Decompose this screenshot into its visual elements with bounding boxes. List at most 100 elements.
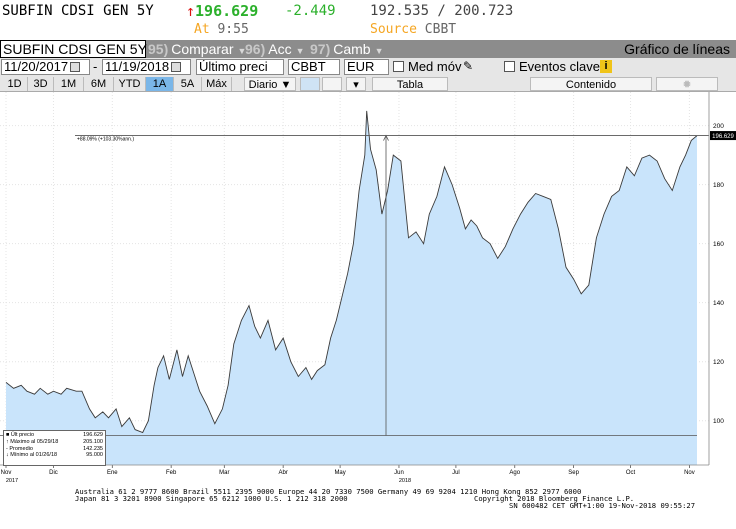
x-tick-label: May [334, 470, 345, 476]
last-price-value: 196.629 [195, 2, 259, 20]
legend-label: Promedio [9, 445, 33, 452]
legend-value: 142.235 [83, 445, 103, 452]
end-date-value: 11/19/2018 [105, 59, 170, 74]
time-stamp: At 9:55 [194, 22, 249, 37]
actions-label: Acc [268, 41, 292, 57]
y-tick-label: 100 [713, 418, 724, 425]
legend-label: Mínimo al 01/26/18 [10, 452, 58, 459]
legend-row: - Promedio 142.235 [6, 446, 103, 453]
x-tick-label: Mar [219, 470, 229, 476]
start-date-field[interactable]: 11/20/2017 [1, 59, 90, 75]
chart-canvas: 100 120 140 160 180 200 Nov 2017 Dic Ene Feb Mar Abr… [0, 92, 736, 484]
info-icon[interactable]: i [600, 60, 612, 73]
legend-value: 196.629 [83, 432, 103, 438]
moving-average-label: Med móv [408, 59, 462, 74]
currency-select[interactable]: EUR [344, 59, 389, 75]
last-price-tag-label: 196.629 [712, 134, 734, 140]
source-field[interactable]: CBBT [288, 59, 340, 75]
footer-contacts-2: Japan 81 3 3201 8900 Singapore 65 6212 1… [75, 494, 348, 503]
actions-number: 96) [245, 41, 266, 57]
currency-value: EUR [347, 59, 375, 74]
period-button-1m[interactable]: 1M [54, 77, 84, 91]
chevron-down-icon[interactable]: ▾ [346, 77, 366, 91]
period-toolbar: 1D 3D 1M 6M YTD 1A 5A Máx Diario ▼ ▾ Tabla Cont… [0, 76, 736, 92]
period-button-ytd[interactable]: YTD [114, 77, 146, 91]
net-change: -2.449 [285, 3, 336, 19]
legend-row: ■ Últ precio 196.629 [6, 432, 103, 439]
chevron-down-icon: ▼ [295, 46, 305, 56]
toolbar-button-blank[interactable] [322, 77, 342, 91]
quote-header: SUBFIN CDSI GEN 5Y ↑196.629 -2.449 192.5… [0, 0, 736, 40]
last-price: ↑196.629 [186, 2, 258, 20]
y-tick-label: 120 [713, 359, 724, 366]
security-input[interactable]: SUBFIN CDSI GEN 5Y [0, 40, 147, 58]
calendar-icon[interactable] [171, 62, 182, 72]
date-separator: - [93, 59, 98, 74]
frequency-select[interactable]: Diario ▼ [244, 77, 296, 91]
chart-style-button[interactable] [300, 77, 320, 91]
y-tick-label: 200 [713, 123, 724, 130]
x-tick-label: Nov [684, 470, 695, 476]
price-field-value: Último preci [199, 59, 268, 74]
period-button-6m[interactable]: 6M [84, 77, 114, 91]
range-toolbar: 11/20/2017 - 11/19/2018 Último preci CBB… [0, 58, 736, 76]
source-info: Source CBBT [370, 22, 456, 37]
change-menu[interactable]: 97) Camb ▼ [310, 40, 384, 58]
at-label: At [194, 22, 210, 37]
footer: Australia 61 2 9777 8600 Brazil 5511 239… [0, 486, 736, 529]
actions-menu[interactable]: 96) Acc ▼ [245, 40, 305, 58]
period-button-1d[interactable]: 1D [2, 77, 28, 91]
pencil-icon[interactable]: ✎ [463, 59, 473, 73]
bid-ask-range: 192.535 / 200.723 [370, 3, 514, 19]
period-button-1a[interactable]: 1A [146, 77, 174, 91]
x-tick-label: Abr [278, 470, 287, 476]
period-button-máx[interactable]: Máx [202, 77, 232, 91]
period-button-5a[interactable]: 5A [174, 77, 202, 91]
chevron-down-icon: ▼ [374, 46, 384, 56]
compare-label: Comparar [171, 41, 234, 57]
y-tick-label: 160 [713, 241, 724, 248]
compare-number: 95) [148, 41, 169, 57]
change-number: 97) [310, 41, 331, 57]
calendar-icon[interactable] [70, 62, 81, 72]
key-events-label: Eventos clave [519, 59, 600, 74]
source-label: Source [370, 22, 417, 37]
y-tick-label: 140 [713, 300, 724, 307]
source-value: CBBT [424, 22, 457, 37]
x-tick-label: Nov [1, 470, 12, 476]
x-tick-label: Jun [394, 470, 404, 476]
x-tick-year-label: 2017 [6, 478, 18, 484]
price-chart[interactable]: 100 120 140 160 180 200 Nov 2017 Dic Ene Feb Mar Abr… [0, 92, 736, 486]
compare-menu[interactable]: 95) Comparar ▼ [148, 40, 246, 58]
x-tick-label: Dic [49, 470, 58, 476]
legend-label: Últ precio [10, 432, 35, 438]
x-tick-label: Ago [509, 470, 520, 476]
period-button-3d[interactable]: 3D [28, 77, 54, 91]
legend-row: ↑ Máximo al 05/29/18 205.100 [6, 439, 103, 446]
legend-value: 205.100 [83, 438, 103, 445]
x-tick-label: Oct [626, 470, 636, 476]
table-button[interactable]: Tabla [372, 77, 448, 91]
chart-type-title: Gráfico de líneas [624, 41, 730, 57]
change-label: Camb [333, 41, 371, 57]
change-annotation: +88.09% (+103.30%ann.) [77, 137, 134, 143]
footer-session: SN 600482 CET GMT+1:00 19-Nov-2018 09:55… [509, 501, 696, 510]
chart-legend: ■ Últ precio 196.629 ↑ Máximo al 05/29/18 2… [3, 430, 106, 466]
legend-label: Máximo al 05/29/18 [10, 438, 59, 445]
moving-average-checkbox[interactable] [393, 61, 404, 72]
price-field-select[interactable]: Último preci [196, 59, 284, 75]
y-tick-label: 180 [713, 182, 724, 189]
x-tick-label: Sep [568, 470, 579, 476]
content-button[interactable]: Contenido [530, 77, 652, 91]
legend-value: 95.000 [86, 452, 103, 459]
function-toolbar: SUBFIN CDSI GEN 5Y 95) Comparar ▼ 96) Acc ▼ … [0, 40, 736, 58]
source-field-value: CBBT [291, 59, 326, 74]
key-events-checkbox[interactable] [504, 61, 515, 72]
time-value: 9:55 [217, 22, 249, 37]
x-tick-label: Ene [107, 470, 118, 476]
ticker-label: SUBFIN CDSI GEN 5Y [2, 3, 154, 19]
end-date-field[interactable]: 11/19/2018 [102, 59, 191, 75]
settings-gear-icon[interactable]: ✹ [656, 77, 718, 91]
x-tick-label: Feb [166, 470, 177, 476]
x-tick-label: Jul [452, 470, 460, 476]
